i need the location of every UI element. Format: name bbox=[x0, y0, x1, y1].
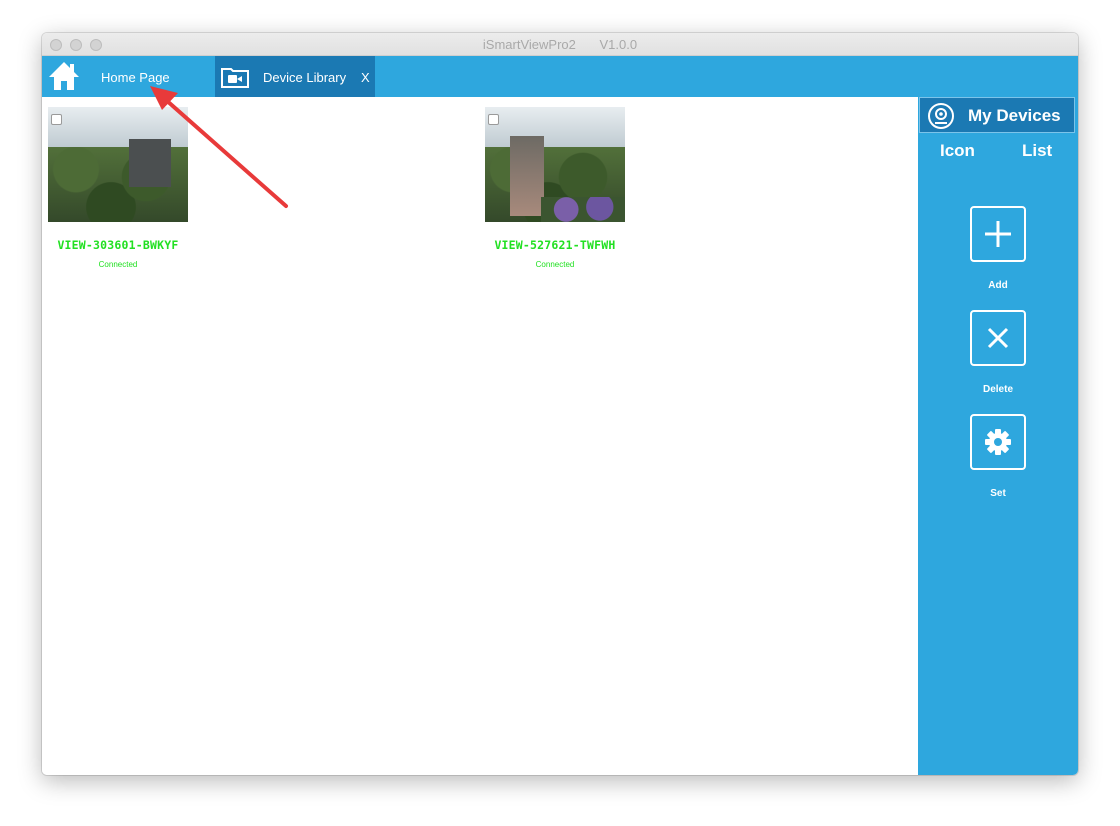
title-bar: iSmartViewPro2 V1.0.0 bbox=[42, 33, 1078, 56]
tab-library-label: Device Library bbox=[263, 70, 347, 85]
gear-icon bbox=[985, 429, 1011, 455]
webcam-icon bbox=[928, 103, 954, 129]
delete-button[interactable] bbox=[970, 310, 1026, 366]
icon-view-toggle[interactable]: Icon bbox=[940, 141, 975, 161]
select-checkbox[interactable] bbox=[488, 114, 499, 125]
device-status: Connected bbox=[535, 260, 575, 269]
tab-home-page[interactable]: Home Page bbox=[42, 56, 214, 97]
select-checkbox[interactable] bbox=[51, 114, 62, 125]
camera-thumbnail[interactable] bbox=[485, 107, 625, 222]
tab-home-label: Home Page bbox=[101, 70, 170, 85]
set-label: Set bbox=[990, 488, 1006, 499]
window-title: iSmartViewPro2 V1.0.0 bbox=[42, 37, 1078, 52]
device-card[interactable]: VIEW-527621-TWFWH Connected bbox=[485, 107, 625, 269]
plus-icon bbox=[985, 221, 1011, 247]
camera-thumbnail[interactable] bbox=[48, 107, 188, 222]
tab-close-button[interactable]: X bbox=[361, 70, 370, 85]
app-version: V1.0.0 bbox=[599, 37, 638, 52]
home-icon bbox=[49, 62, 79, 90]
x-icon bbox=[987, 327, 1009, 349]
sidebar: My Devices Icon List Add Delete Set bbox=[918, 97, 1078, 775]
set-button[interactable] bbox=[970, 414, 1026, 470]
delete-label: Delete bbox=[982, 384, 1013, 395]
app-window: iSmartViewPro2 V1.0.0 Home Page Device L… bbox=[42, 33, 1078, 775]
video-folder-icon bbox=[221, 68, 249, 88]
tab-bar: Home Page Device Library X bbox=[42, 56, 1078, 97]
device-grid: VIEW-303601-BWKYF Connected VIEW-527621-… bbox=[42, 97, 918, 775]
my-devices-header[interactable]: My Devices bbox=[919, 97, 1075, 133]
device-status: Connected bbox=[98, 260, 138, 269]
my-devices-title: My Devices bbox=[968, 106, 1061, 125]
device-name: VIEW-527621-TWFWH bbox=[494, 238, 616, 252]
device-name: VIEW-303601-BWKYF bbox=[57, 238, 179, 252]
list-view-toggle[interactable]: List bbox=[1022, 141, 1052, 161]
add-button[interactable] bbox=[970, 206, 1026, 262]
device-card[interactable]: VIEW-303601-BWKYF Connected bbox=[48, 107, 188, 269]
add-label: Add bbox=[988, 280, 1008, 291]
tab-device-library[interactable]: Device Library X bbox=[215, 56, 375, 97]
app-name: iSmartViewPro2 bbox=[482, 37, 576, 52]
